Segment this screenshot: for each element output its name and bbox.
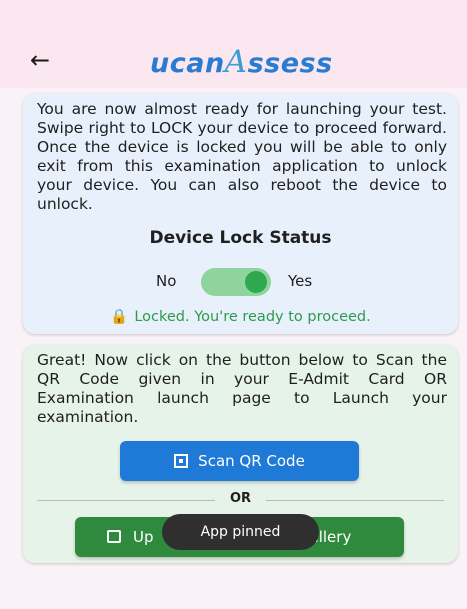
lock-toggle-row: No Yes (23, 266, 458, 296)
lock-status-message: 🔒 Locked. You're ready to proceed. (23, 308, 458, 325)
lock-status-text: Locked. You're ready to proceed. (134, 309, 371, 325)
scan-qr-button-label: Scan QR Code (198, 452, 305, 470)
toggle-yes-label: Yes (288, 272, 313, 290)
scan-qr-button[interactable]: Scan QR Code (120, 441, 359, 481)
image-upload-icon (107, 530, 121, 543)
device-lock-card: You are now almost ready for launching y… (23, 94, 458, 334)
app-logo: ucanAssess (150, 42, 333, 82)
or-label: OR (229, 491, 252, 506)
toggle-no-label: No (156, 272, 177, 290)
logo-text-ssess: ssess (247, 48, 333, 79)
logo-text-ucan: ucan (150, 48, 225, 79)
qr-code-icon (174, 454, 189, 468)
scan-instructions: Great! Now click on the button below to … (37, 351, 447, 426)
divider-line-right (266, 500, 444, 501)
back-arrow-icon[interactable]: ← (30, 46, 60, 74)
switch-knob[interactable] (245, 271, 267, 293)
lock-instructions: You are now almost ready for launching y… (37, 100, 447, 213)
gallery-button-label-start: Up (133, 528, 154, 546)
app-pinned-toast: App pinned (162, 514, 319, 550)
app-bar: ← ucanAssess (0, 0, 467, 88)
logo-text-a: A (224, 44, 248, 80)
lock-icon: 🔒 (110, 309, 129, 325)
lock-switch[interactable] (201, 268, 271, 296)
lock-status-title: Device Lock Status (149, 228, 332, 248)
or-divider: OR (37, 491, 444, 509)
